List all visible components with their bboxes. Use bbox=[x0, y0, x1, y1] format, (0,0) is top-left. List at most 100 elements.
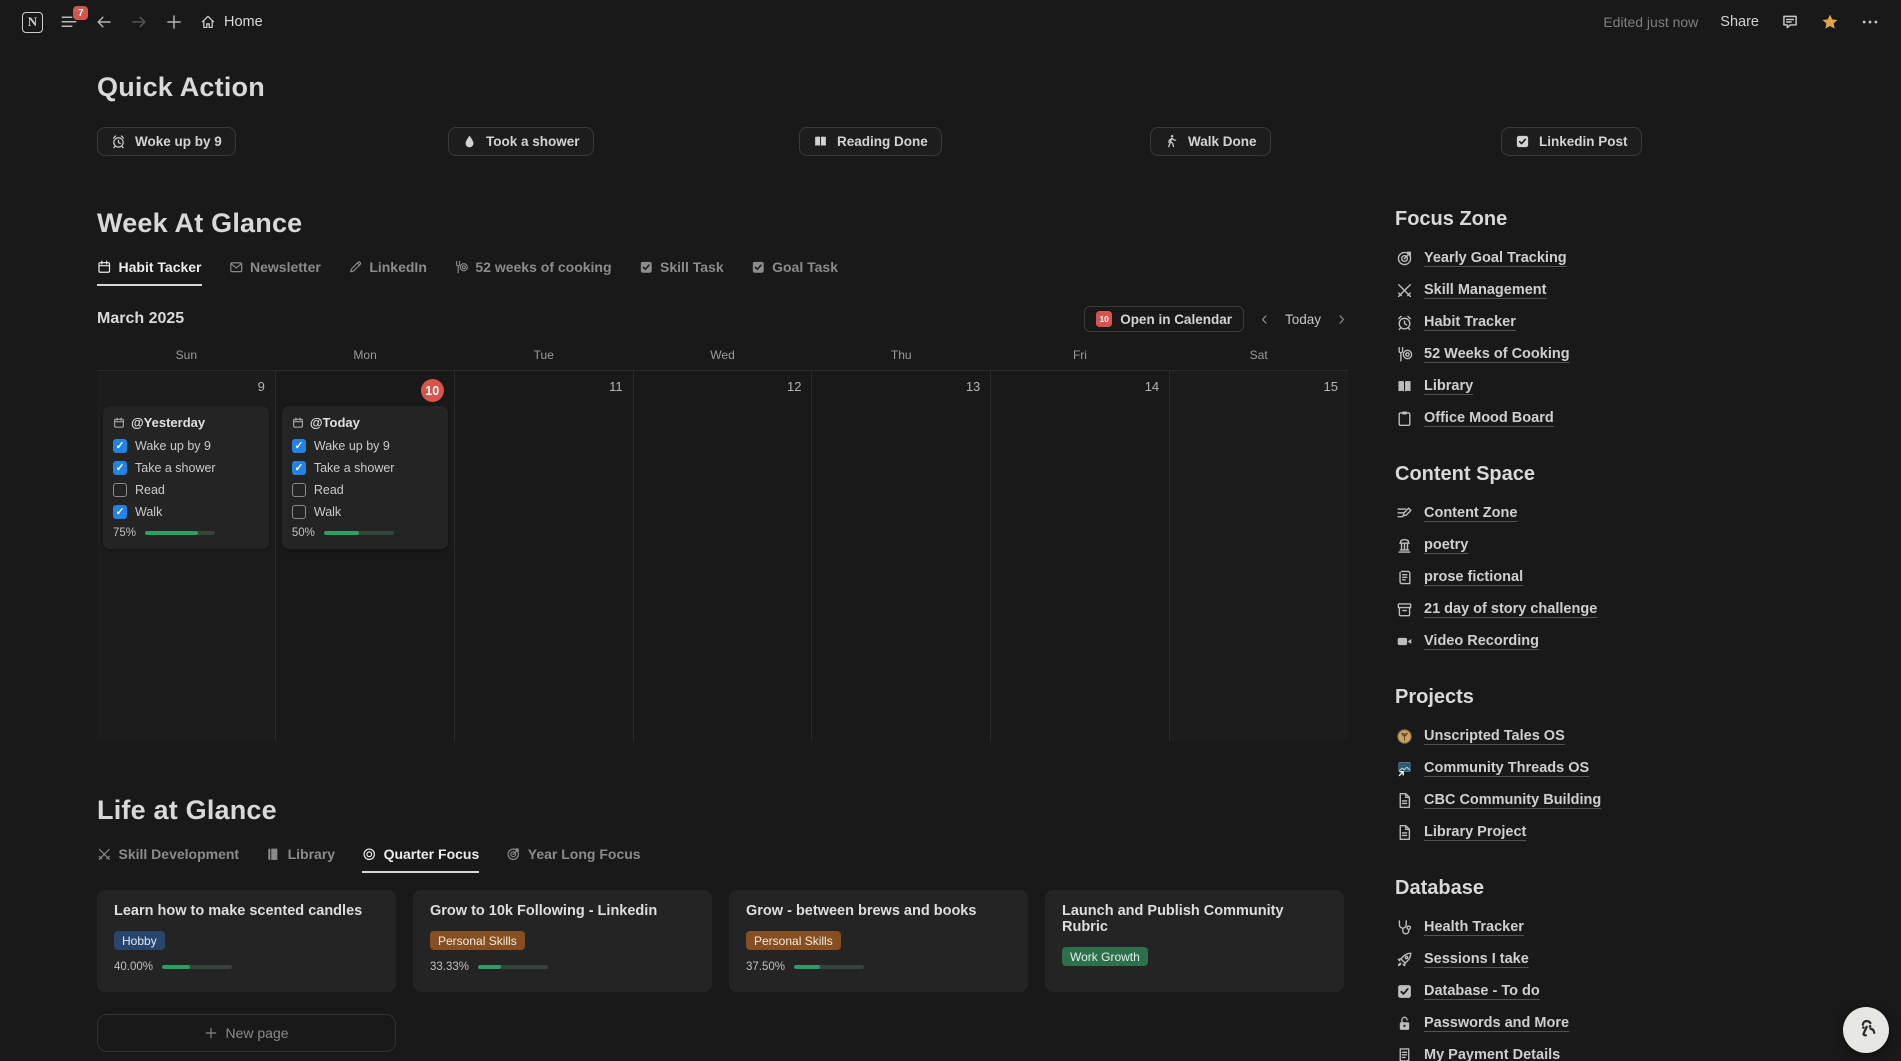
shower-button[interactable]: Took a shower bbox=[448, 127, 594, 156]
top-bar: N 7 Home Edited just now Share bbox=[0, 0, 1901, 44]
tab-label: Library bbox=[287, 846, 336, 862]
habit-event-card-today[interactable]: @Today Wake up by 9 Take a shower Read bbox=[281, 406, 448, 549]
sidebar-item-video-recording[interactable]: Video Recording bbox=[1395, 625, 1815, 657]
tab-library[interactable]: Library bbox=[266, 846, 335, 873]
tab-linkedin[interactable]: LinkedIn bbox=[348, 259, 427, 286]
checkbox-checked[interactable] bbox=[113, 505, 127, 519]
tab-52-weeks-cooking[interactable]: 52 weeks of cooking bbox=[454, 259, 612, 286]
sidebar-item-skill-management[interactable]: Skill Management bbox=[1395, 274, 1815, 306]
sidebar-item-21-day-story-challenge[interactable]: 21 day of story challenge bbox=[1395, 593, 1815, 625]
checkbox-checked[interactable] bbox=[113, 461, 127, 475]
calendar-icon bbox=[292, 417, 304, 429]
calendar-day-cell[interactable]: 13 bbox=[812, 371, 992, 741]
sidebar-item-label: Yearly Goal Tracking bbox=[1424, 250, 1567, 266]
calendar-day-cell[interactable]: 15 bbox=[1170, 371, 1348, 741]
week-tabs: Habit Tacker Newsletter LinkedIn 52 week… bbox=[97, 259, 1348, 286]
quick-action-section: Quick Action Woke up by 9 Took a shower … bbox=[97, 72, 1901, 156]
calendar-day-cell[interactable]: 9 @Yesterday Wake up by 9 Take a shower bbox=[97, 371, 276, 741]
sidebar-item-database-to-do[interactable]: Database - To do bbox=[1395, 975, 1815, 1007]
sidebar-item-passwords-and-more[interactable]: Passwords and More bbox=[1395, 1007, 1815, 1039]
sidebar-item-prose-fictional[interactable]: prose fictional bbox=[1395, 561, 1815, 593]
habit-row[interactable]: Take a shower bbox=[291, 461, 438, 475]
check-square-icon bbox=[1395, 983, 1413, 1000]
walk-done-button[interactable]: Walk Done bbox=[1150, 127, 1271, 156]
today-button[interactable]: Today bbox=[1285, 312, 1321, 327]
progress-bar bbox=[162, 965, 233, 969]
habit-row[interactable]: Take a shower bbox=[113, 461, 259, 475]
tab-newsletter[interactable]: Newsletter bbox=[229, 259, 321, 286]
section-title-week-at-glance: Week At Glance bbox=[97, 208, 303, 238]
sidebar-item-cbc-community-building[interactable]: CBC Community Building bbox=[1395, 784, 1815, 816]
today-date-badge: 10 bbox=[420, 379, 444, 402]
habit-row[interactable]: Wake up by 9 bbox=[113, 439, 259, 453]
favorite-star-icon[interactable] bbox=[1821, 13, 1839, 31]
checkbox-checked[interactable] bbox=[113, 439, 127, 453]
habit-row[interactable]: Walk bbox=[113, 505, 259, 519]
chevron-right-icon[interactable] bbox=[1335, 313, 1348, 326]
comments-icon[interactable] bbox=[1781, 13, 1799, 31]
share-button[interactable]: Share bbox=[1720, 14, 1759, 30]
tab-goal-task[interactable]: Goal Task bbox=[751, 259, 838, 286]
habit-label: Wake up by 9 bbox=[135, 439, 211, 453]
page-title: Home bbox=[224, 14, 263, 30]
sidebar-item-label: Library Project bbox=[1424, 824, 1527, 840]
focus-card[interactable]: Learn how to make scented candles Hobby … bbox=[97, 890, 396, 992]
notion-ai-help-button[interactable] bbox=[1843, 1007, 1889, 1053]
sidebar-item-habit-tracker[interactable]: Habit Tracker bbox=[1395, 306, 1815, 338]
habit-label: Walk bbox=[135, 505, 163, 519]
tab-quarter-focus[interactable]: Quarter Focus bbox=[362, 846, 480, 873]
focus-card[interactable]: Grow to 10k Following - Linkedin Persona… bbox=[413, 890, 712, 992]
habit-row[interactable]: Walk bbox=[291, 505, 438, 519]
habit-row[interactable]: Read bbox=[291, 483, 438, 497]
new-page-button[interactable]: New page bbox=[97, 1014, 396, 1052]
calendar-day-cell[interactable]: 12 bbox=[634, 371, 813, 741]
open-in-calendar-button[interactable]: 10 Open in Calendar bbox=[1084, 306, 1244, 332]
checkbox-unchecked[interactable] bbox=[291, 483, 306, 497]
pencil-icon bbox=[348, 260, 363, 275]
sidebar-item-sessions-i-take[interactable]: Sessions I take bbox=[1395, 943, 1815, 975]
sidebar-toggle-icon[interactable]: 7 bbox=[60, 6, 88, 31]
sidebar-item-label: Unscripted Tales OS bbox=[1424, 728, 1565, 744]
linkedin-post-button[interactable]: Linkedin Post bbox=[1501, 127, 1642, 156]
more-options-icon[interactable] bbox=[1861, 13, 1879, 31]
sidebar-item-unscripted-tales-os[interactable]: Unscripted Tales OS bbox=[1395, 720, 1815, 752]
sidebar-item-52-weeks-of-cooking[interactable]: 52 Weeks of Cooking bbox=[1395, 338, 1815, 370]
tab-habit-tacker[interactable]: Habit Tacker bbox=[97, 259, 202, 286]
sidebar-item-content-zone[interactable]: Content Zone bbox=[1395, 497, 1815, 529]
sidebar-item-poetry[interactable]: poetry bbox=[1395, 529, 1815, 561]
calendar-day-cell[interactable]: 11 bbox=[455, 371, 634, 741]
woke-up-button[interactable]: Woke up by 9 bbox=[97, 127, 236, 156]
sidebar-item-yearly-goal-tracking[interactable]: Yearly Goal Tracking bbox=[1395, 242, 1815, 274]
focus-card[interactable]: Grow - between brews and books Personal … bbox=[729, 890, 1028, 992]
checkbox-unchecked[interactable] bbox=[291, 505, 306, 519]
checkbox-checked[interactable] bbox=[291, 461, 306, 475]
checkbox-checked[interactable] bbox=[291, 439, 306, 453]
column-icon bbox=[1395, 537, 1413, 554]
sidebar-item-library[interactable]: Library bbox=[1395, 370, 1815, 402]
back-arrow-icon[interactable] bbox=[95, 13, 113, 31]
checkbox-unchecked[interactable] bbox=[113, 483, 127, 497]
sidebar-item-my-payment-details[interactable]: My Payment Details bbox=[1395, 1039, 1815, 1061]
notion-logo-icon[interactable]: N bbox=[22, 11, 43, 33]
new-page-plus-icon[interactable] bbox=[165, 13, 183, 31]
sidebar-item-label: poetry bbox=[1424, 537, 1469, 553]
habit-event-card-yesterday[interactable]: @Yesterday Wake up by 9 Take a shower Re… bbox=[103, 406, 269, 549]
habit-row[interactable]: Wake up by 9 bbox=[291, 439, 438, 453]
habit-row[interactable]: Read bbox=[113, 483, 259, 497]
sidebar-item-community-threads-os[interactable]: Community Threads OS bbox=[1395, 752, 1815, 784]
chevron-left-icon[interactable] bbox=[1258, 313, 1271, 326]
reading-done-button[interactable]: Reading Done bbox=[799, 127, 942, 156]
breadcrumb[interactable]: Home bbox=[200, 14, 263, 30]
focus-card[interactable]: Launch and Publish Community Rubric Work… bbox=[1045, 890, 1344, 992]
calendar-day-cell[interactable]: 14 bbox=[991, 371, 1171, 741]
tab-year-long-focus[interactable]: Year Long Focus bbox=[506, 846, 641, 873]
calendar-day-cell[interactable]: 10 @Today Wake up by 9 Take a shower bbox=[276, 371, 455, 741]
envelope-icon bbox=[229, 260, 244, 275]
sidebar-item-health-tracker[interactable]: Health Tracker bbox=[1395, 911, 1815, 943]
tab-skill-development[interactable]: Skill Development bbox=[97, 846, 239, 873]
sidebar-item-library-project[interactable]: Library Project bbox=[1395, 816, 1815, 848]
tab-skill-task[interactable]: Skill Task bbox=[639, 259, 724, 286]
sidebar-item-label: Database - To do bbox=[1424, 983, 1540, 999]
forward-arrow-icon[interactable] bbox=[130, 13, 148, 31]
sidebar-item-office-mood-board[interactable]: Office Mood Board bbox=[1395, 402, 1815, 434]
